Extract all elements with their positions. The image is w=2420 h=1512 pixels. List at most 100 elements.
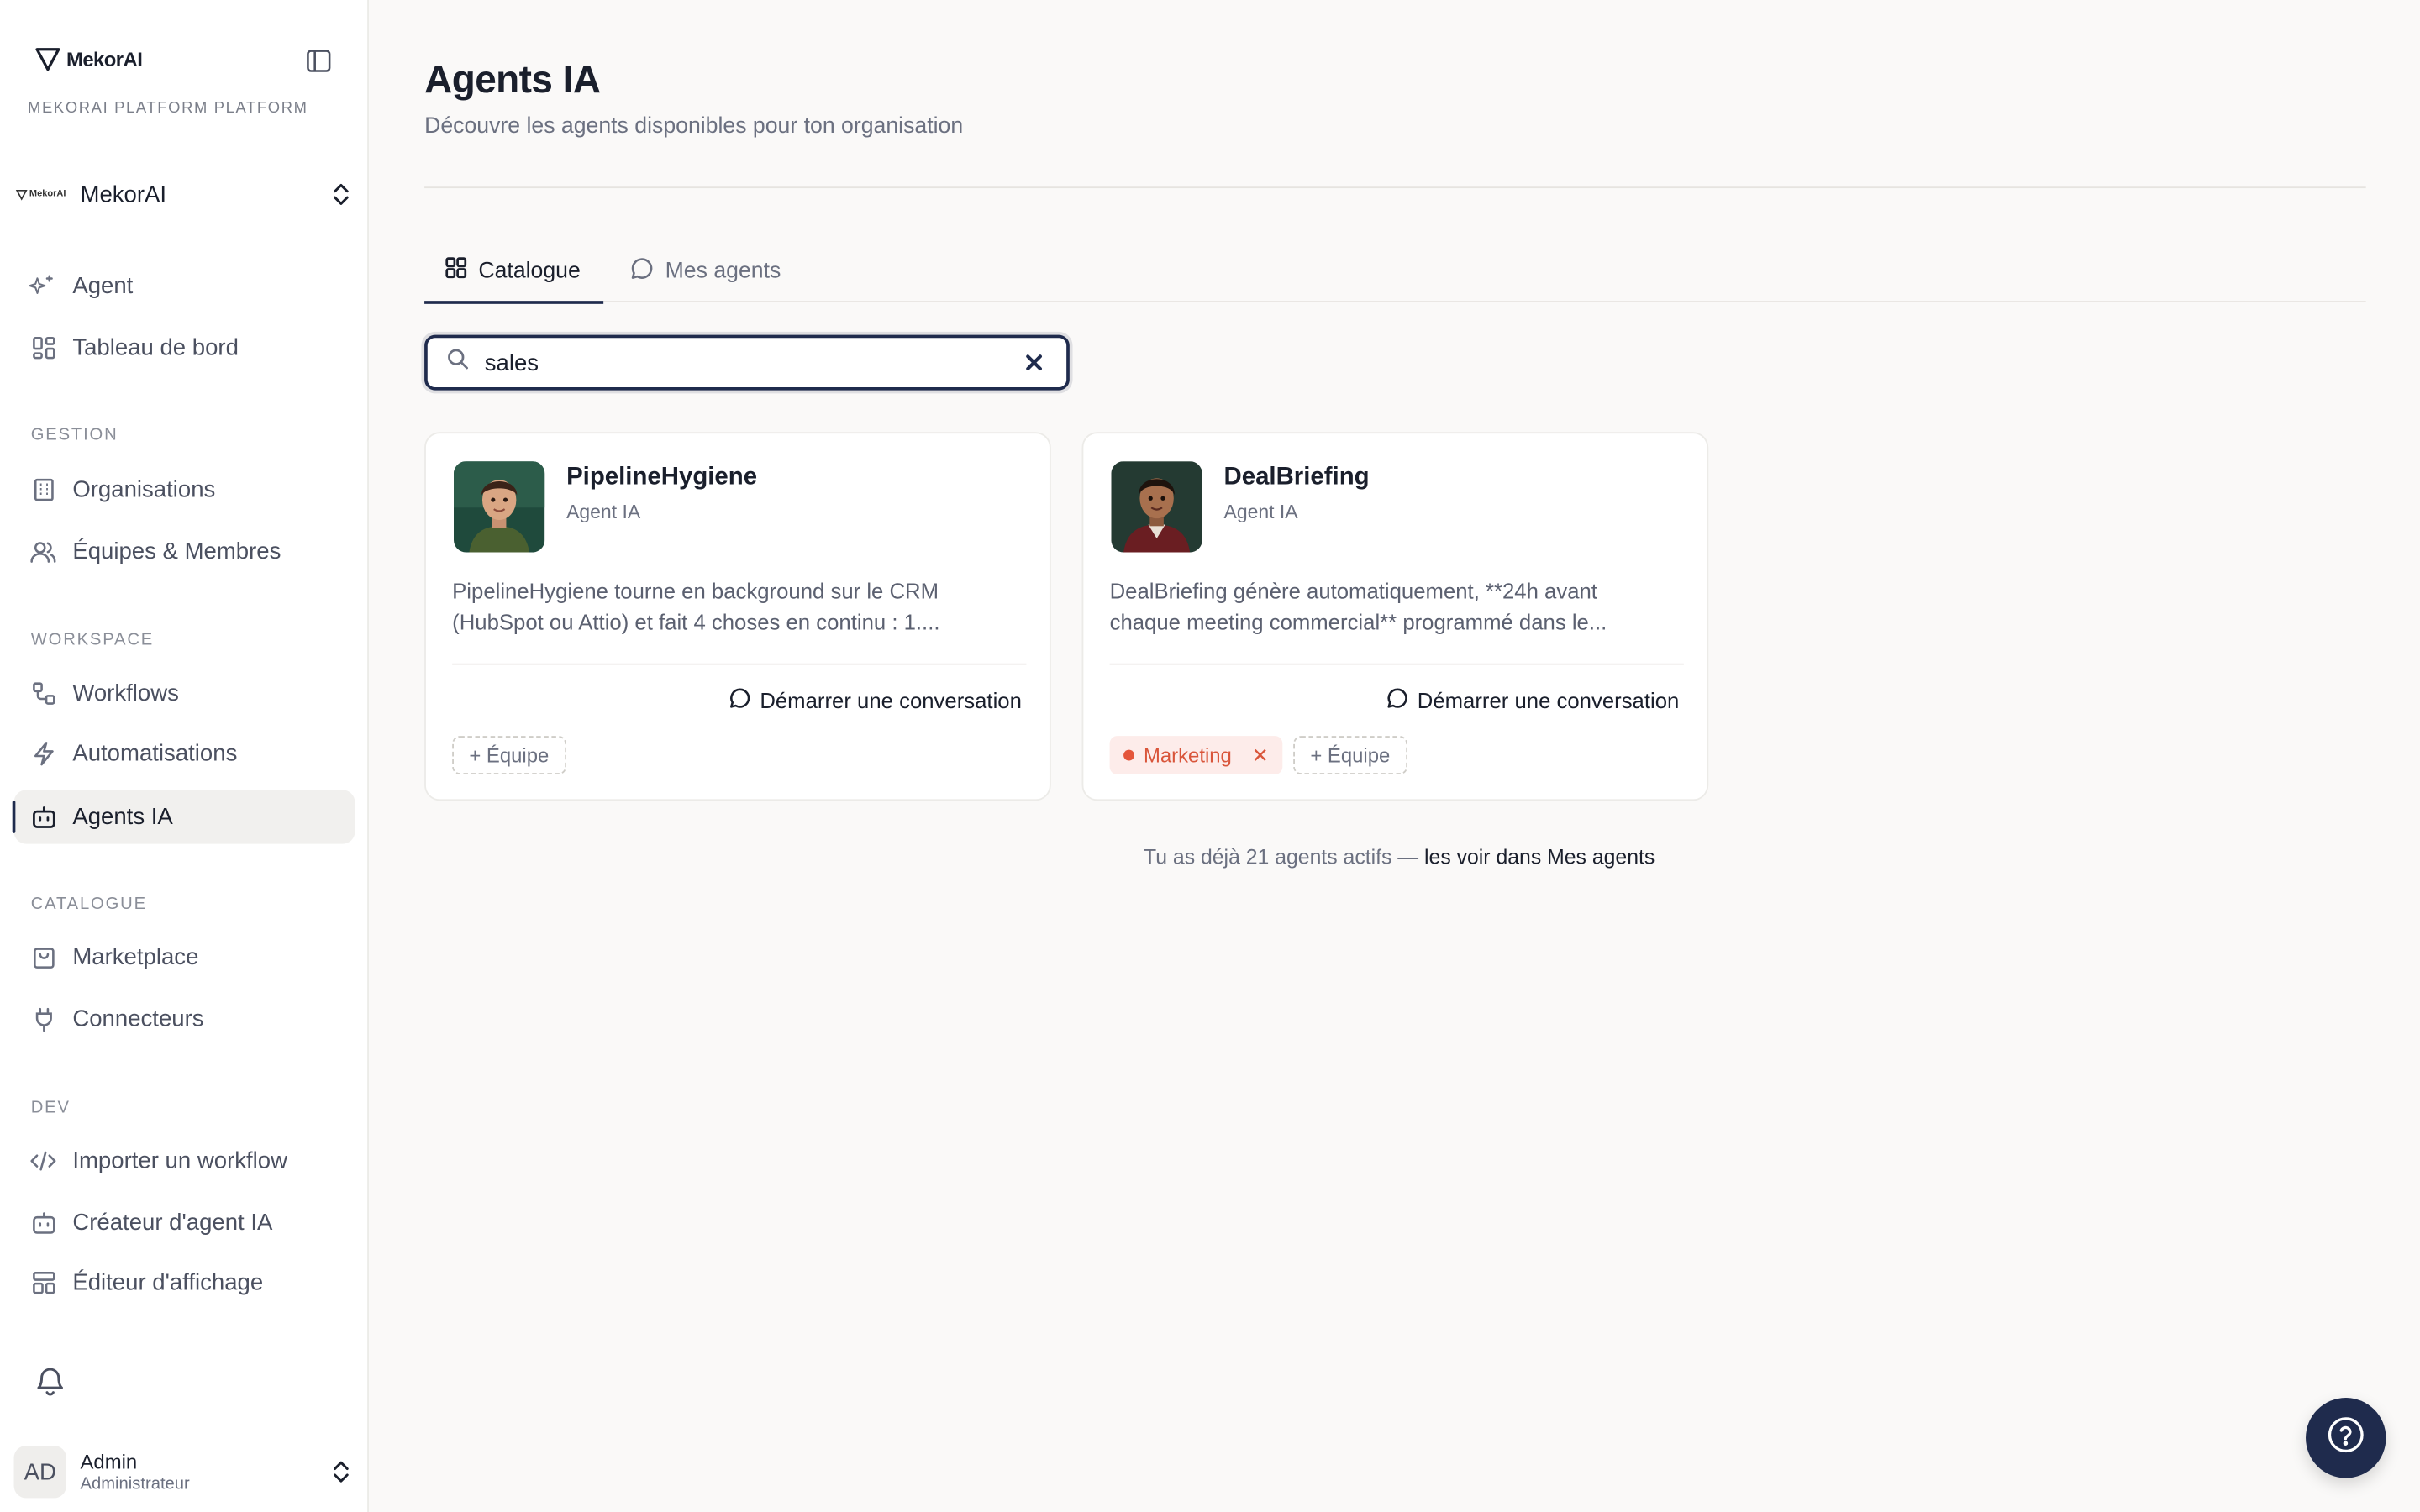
search-input[interactable] — [484, 349, 994, 376]
agent-avatar — [453, 461, 545, 553]
bolt-icon — [29, 740, 57, 768]
sidebar-item-label: Organisations — [72, 476, 216, 503]
tab-catalogue[interactable]: Catalogue — [424, 239, 604, 304]
sidebar-item-display-editor[interactable]: Éditeur d'affichage — [14, 1256, 355, 1310]
workflow-icon — [29, 680, 57, 707]
sparkles-icon — [29, 272, 57, 300]
chat-bubble-icon — [629, 255, 654, 286]
bot-icon — [29, 803, 57, 831]
agent-name: DealBriefing — [1223, 464, 1370, 491]
brand-name: MekorAI — [66, 47, 143, 71]
sidebar-item-dashboard[interactable]: Tableau de bord — [14, 321, 355, 375]
sidebar-item-agent[interactable]: Agent — [14, 260, 355, 313]
section-label-dev: DEV — [30, 1098, 71, 1117]
view-my-agents-link[interactable]: les voir dans Mes agents — [1424, 846, 1655, 869]
sidebar-item-connectors[interactable]: Connecteurs — [14, 992, 355, 1046]
agent-type: Agent IA — [566, 501, 641, 523]
agent-description: PipelineHygiene tourne en background sur… — [452, 575, 1026, 637]
sidebar-item-label: Marketplace — [72, 944, 199, 971]
sidebar-item-label: Connecteurs — [72, 1005, 204, 1032]
dashboard-grid-icon — [29, 334, 57, 362]
agent-description: DealBriefing génère automatiquement, **2… — [1110, 575, 1684, 637]
sidebar-item-teams-members[interactable]: Équipes & Membres — [14, 524, 355, 578]
sidebar-item-label: Équipes & Membres — [72, 538, 281, 565]
agent-description-line: (HubSpot ou Attio) et fait 4 choses en c… — [452, 609, 940, 634]
agent-card[interactable]: DealBriefing Agent IA DealBriefing génèr… — [1081, 432, 1709, 801]
sidebar-item-import-workflow[interactable]: Importer un workflow — [14, 1134, 355, 1188]
org-name: MekorAI — [80, 181, 167, 208]
section-label-workspace: WORKSPACE — [30, 631, 155, 650]
divider — [424, 186, 2366, 189]
start-conversation-button[interactable]: Démarrer une conversation — [729, 686, 1022, 714]
chevron-updown-icon — [330, 1458, 352, 1494]
user-role: Administrateur — [80, 1474, 190, 1494]
tab-mes-agents[interactable]: Mes agents — [609, 239, 801, 302]
divider — [452, 663, 1027, 665]
sidebar-item-organisations[interactable]: Organisations — [14, 463, 355, 517]
agent-description-line: chaque meeting commercial** programmé da… — [1109, 609, 1607, 634]
bell-icon[interactable] — [34, 1364, 66, 1406]
sidebar-item-marketplace[interactable]: Marketplace — [14, 931, 355, 984]
user-name: Admin — [80, 1450, 138, 1474]
sidebar-item-label: Workflows — [72, 680, 179, 707]
sidebar-item-label: Tableau de bord — [72, 334, 239, 361]
tab-bar: Catalogue Mes agents — [424, 239, 2366, 304]
sidebar-item-label: Agent — [72, 273, 134, 300]
brand-logo[interactable]: MekorAI — [34, 45, 143, 72]
divider — [1109, 663, 1684, 665]
sidebar-item-label: Importer un workflow — [72, 1147, 288, 1174]
bot-builder-icon — [29, 1209, 57, 1236]
sidebar-item-automations[interactable]: Automatisations — [14, 727, 355, 780]
shopping-bag-icon — [29, 943, 57, 971]
tag-dot — [1123, 749, 1134, 761]
org-logo-text: MekorAI — [29, 189, 66, 199]
tag-marketing: Marketing ✕ — [1109, 736, 1283, 775]
add-team-button[interactable]: + Équipe — [452, 736, 566, 775]
agent-description-line: PipelineHygiene tourne en background sur… — [452, 578, 939, 604]
user-menu[interactable]: AD Admin Administrateur — [13, 1444, 355, 1499]
main-content: Agents IA Découvre les agents disponible… — [369, 0, 2420, 1512]
sidebar-item-agents-ia[interactable]: Agents IA — [12, 790, 355, 844]
sidebar: MekorAI MEKORAI PLATFORM PLATFORM MekorA… — [0, 0, 369, 1512]
sidebar-item-label: Éditeur d'affichage — [72, 1269, 264, 1296]
search-icon — [446, 347, 470, 378]
tag-label: Marketing — [1143, 743, 1232, 767]
users-icon — [29, 538, 57, 565]
tab-label: Catalogue — [478, 258, 581, 284]
note-text: Tu as déjà 21 agents actifs — — [1143, 845, 1425, 869]
section-label-catalogue: CATALOGUE — [30, 895, 147, 914]
sidebar-item-agent-builder[interactable]: Créateur d'agent IA — [14, 1195, 355, 1249]
chevron-updown-icon — [330, 181, 352, 216]
chat-bubble-icon — [729, 686, 753, 714]
cta-label: Démarrer une conversation — [1417, 688, 1680, 713]
section-label-gestion: GESTION — [30, 425, 118, 444]
avatar: AD — [13, 1445, 66, 1499]
clear-search-icon[interactable] — [1023, 352, 1045, 381]
org-switcher[interactable]: MekorAI MekorAI — [15, 175, 355, 215]
sidebar-toggle-icon[interactable] — [302, 45, 334, 76]
remove-tag-icon[interactable]: ✕ — [1252, 743, 1269, 767]
agent-tags: Marketing ✕ + Équipe — [1109, 736, 1407, 775]
agent-card[interactable]: PipelineHygiene Agent IA PipelineHygiene… — [424, 432, 1051, 801]
sidebar-item-label: Créateur d'agent IA — [72, 1209, 273, 1236]
agent-name: PipelineHygiene — [566, 464, 758, 491]
search-box — [424, 334, 1070, 391]
cta-label: Démarrer une conversation — [760, 688, 1022, 713]
plug-icon — [29, 1005, 57, 1033]
sidebar-item-workflows[interactable]: Workflows — [14, 666, 355, 720]
chat-bubble-icon — [1386, 686, 1410, 714]
start-conversation-button[interactable]: Démarrer une conversation — [1386, 686, 1679, 714]
building-icon — [29, 476, 57, 504]
platform-label: MEKORAI PLATFORM PLATFORM — [28, 100, 308, 118]
agent-avatar — [1111, 461, 1202, 553]
help-icon — [2326, 1414, 2366, 1462]
layout-icon — [29, 1269, 57, 1297]
add-team-button[interactable]: + Équipe — [1293, 736, 1407, 775]
agent-type: Agent IA — [1223, 501, 1298, 523]
page-subtitle: Découvre les agents disponibles pour ton… — [424, 113, 964, 139]
agent-tags: + Équipe — [452, 736, 566, 775]
agent-description-line: DealBriefing génère automatiquement, **2… — [1109, 578, 1597, 604]
help-button[interactable] — [2306, 1398, 2386, 1478]
sidebar-item-label: Agents IA — [72, 803, 173, 831]
grid-icon — [445, 256, 468, 286]
